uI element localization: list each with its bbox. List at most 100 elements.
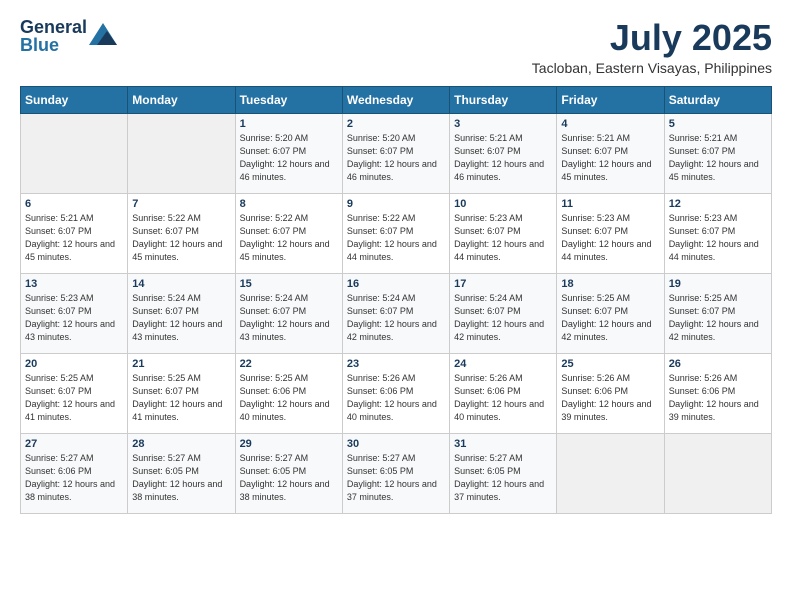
sunrise-text: Sunrise: 5:21 AM <box>561 132 659 145</box>
day-info: Sunrise: 5:26 AMSunset: 6:06 PMDaylight:… <box>454 372 552 424</box>
day-info: Sunrise: 5:22 AMSunset: 6:07 PMDaylight:… <box>132 212 230 264</box>
day-number: 14 <box>132 278 230 290</box>
daylight-text: Daylight: 12 hours and 41 minutes. <box>132 398 230 424</box>
sunrise-text: Sunrise: 5:23 AM <box>25 292 123 305</box>
daylight-text: Daylight: 12 hours and 45 minutes. <box>561 158 659 184</box>
calendar-cell: 9Sunrise: 5:22 AMSunset: 6:07 PMDaylight… <box>342 193 449 273</box>
weekday-header-friday: Friday <box>557 86 664 113</box>
calendar-cell: 21 Sunrise: 5:25 AMSunset: 6:07 PMDayligh… <box>128 353 235 433</box>
daylight-text: Daylight: 12 hours and 44 minutes. <box>454 238 552 264</box>
daylight-text: Daylight: 12 hours and 44 minutes. <box>347 238 445 264</box>
sunset-text: Sunset: 6:07 PM <box>25 385 123 398</box>
sunset-text: Sunset: 6:07 PM <box>347 305 445 318</box>
day-info: Sunrise: 5:22 AMSunset: 6:07 PMDaylight:… <box>240 212 338 264</box>
calendar-cell: 5Sunrise: 5:21 AMSunset: 6:07 PMDaylight… <box>664 113 771 193</box>
day-info: Sunrise: 5:27 AMSunset: 6:05 PMDaylight:… <box>347 452 445 504</box>
day-number: 22 <box>240 358 338 370</box>
day-info: Sunrise: 5:25 AMSunset: 6:07 PMDaylight:… <box>669 292 767 344</box>
location-text: Tacloban, Eastern Visayas, Philippines <box>532 60 772 76</box>
daylight-text: Daylight: 12 hours and 42 minutes. <box>669 318 767 344</box>
sunrise-text: Sunrise: 5:21 AM <box>669 132 767 145</box>
daylight-text: Daylight: 12 hours and 37 minutes. <box>347 478 445 504</box>
calendar-cell: 25Sunrise: 5:26 AMSunset: 6:06 PMDayligh… <box>557 353 664 433</box>
daylight-text: Daylight: 12 hours and 41 minutes. <box>25 398 123 424</box>
daylight-text: Daylight: 12 hours and 46 minutes. <box>454 158 552 184</box>
day-info: Sunrise: 5:23 AMSunset: 6:07 PMDaylight:… <box>25 292 123 344</box>
calendar-cell: 30Sunrise: 5:27 AMSunset: 6:05 PMDayligh… <box>342 433 449 513</box>
calendar-cell: 26 Sunrise: 5:26 AMSunset: 6:06 PMDayligh… <box>664 353 771 433</box>
calendar-cell: 28Sunrise: 5:27 AMSunset: 6:05 PMDayligh… <box>128 433 235 513</box>
day-info: Sunrise: 5:26 AMSunset: 6:06 PMDaylight:… <box>561 372 659 424</box>
day-number: 26 <box>669 358 767 370</box>
daylight-text: Daylight: 12 hours and 46 minutes. <box>240 158 338 184</box>
daylight-text: Daylight: 12 hours and 42 minutes. <box>561 318 659 344</box>
daylight-text: Daylight: 12 hours and 44 minutes. <box>561 238 659 264</box>
calendar-cell: 17 Sunrise: 5:24 AMSunset: 6:07 PMDayligh… <box>450 273 557 353</box>
sunset-text: Sunset: 6:05 PM <box>132 465 230 478</box>
logo-blue-text: Blue <box>20 36 87 54</box>
sunrise-text: Sunrise: 5:22 AM <box>132 212 230 225</box>
calendar-cell: 31Sunrise: 5:27 AMSunset: 6:05 PMDayligh… <box>450 433 557 513</box>
day-number: 2 <box>347 118 445 130</box>
weekday-header-row: SundayMondayTuesdayWednesdayThursdayFrid… <box>21 86 772 113</box>
day-number: 11 <box>561 198 659 210</box>
sunrise-text: Sunrise: 5:26 AM <box>347 372 445 385</box>
daylight-text: Daylight: 12 hours and 45 minutes. <box>240 238 338 264</box>
day-info: Sunrise: 5:25 AMSunset: 6:07 PMDaylight:… <box>561 292 659 344</box>
day-info: Sunrise: 5:26 AMSunset: 6:06 PMDaylight:… <box>347 372 445 424</box>
daylight-text: Daylight: 12 hours and 42 minutes. <box>454 318 552 344</box>
day-number: 15 <box>240 278 338 290</box>
day-number: 21 <box>132 358 230 370</box>
sunset-text: Sunset: 6:06 PM <box>669 385 767 398</box>
sunrise-text: Sunrise: 5:25 AM <box>132 372 230 385</box>
sunset-text: Sunset: 6:06 PM <box>454 385 552 398</box>
calendar-cell: 10Sunrise: 5:23 AMSunset: 6:07 PMDayligh… <box>450 193 557 273</box>
sunset-text: Sunset: 6:07 PM <box>132 225 230 238</box>
day-number: 7 <box>132 198 230 210</box>
sunset-text: Sunset: 6:07 PM <box>454 305 552 318</box>
day-info: Sunrise: 5:27 AMSunset: 6:06 PMDaylight:… <box>25 452 123 504</box>
logo-icon <box>89 23 117 45</box>
month-year-title: July 2025 <box>532 18 772 58</box>
calendar-cell: 13Sunrise: 5:23 AMSunset: 6:07 PMDayligh… <box>21 273 128 353</box>
sunset-text: Sunset: 6:07 PM <box>561 225 659 238</box>
calendar-cell: 7 Sunrise: 5:22 AMSunset: 6:07 PMDaylight… <box>128 193 235 273</box>
calendar-cell: 27 Sunrise: 5:27 AMSunset: 6:06 PMDayligh… <box>21 433 128 513</box>
calendar-week-row: 13Sunrise: 5:23 AMSunset: 6:07 PMDayligh… <box>21 273 772 353</box>
daylight-text: Daylight: 12 hours and 45 minutes. <box>669 158 767 184</box>
day-info: Sunrise: 5:26 AMSunset: 6:06 PMDaylight:… <box>669 372 767 424</box>
page-header: General Blue July 2025 Tacloban, Eastern… <box>20 18 772 76</box>
daylight-text: Daylight: 12 hours and 37 minutes. <box>454 478 552 504</box>
sunrise-text: Sunrise: 5:25 AM <box>669 292 767 305</box>
sunset-text: Sunset: 6:06 PM <box>25 465 123 478</box>
calendar-table: SundayMondayTuesdayWednesdayThursdayFrid… <box>20 86 772 514</box>
daylight-text: Daylight: 12 hours and 46 minutes. <box>347 158 445 184</box>
calendar-cell <box>128 113 235 193</box>
sunrise-text: Sunrise: 5:21 AM <box>454 132 552 145</box>
calendar-cell: 18Sunrise: 5:25 AMSunset: 6:07 PMDayligh… <box>557 273 664 353</box>
day-number: 16 <box>347 278 445 290</box>
sunrise-text: Sunrise: 5:24 AM <box>454 292 552 305</box>
day-number: 24 <box>454 358 552 370</box>
calendar-cell: 24 Sunrise: 5:26 AMSunset: 6:06 PMDayligh… <box>450 353 557 433</box>
day-info: Sunrise: 5:21 AMSunset: 6:07 PMDaylight:… <box>669 132 767 184</box>
sunset-text: Sunset: 6:07 PM <box>240 305 338 318</box>
calendar-cell: 23 Sunrise: 5:26 AMSunset: 6:06 PMDayligh… <box>342 353 449 433</box>
sunset-text: Sunset: 6:07 PM <box>561 145 659 158</box>
day-number: 17 <box>454 278 552 290</box>
day-number: 23 <box>347 358 445 370</box>
sunrise-text: Sunrise: 5:26 AM <box>669 372 767 385</box>
sunset-text: Sunset: 6:07 PM <box>240 225 338 238</box>
sunset-text: Sunset: 6:07 PM <box>25 305 123 318</box>
sunset-text: Sunset: 6:07 PM <box>132 385 230 398</box>
sunset-text: Sunset: 6:07 PM <box>240 145 338 158</box>
day-info: Sunrise: 5:27 AMSunset: 6:05 PMDaylight:… <box>454 452 552 504</box>
sunset-text: Sunset: 6:07 PM <box>347 225 445 238</box>
calendar-cell: 15 Sunrise: 5:24 AMSunset: 6:07 PMDayligh… <box>235 273 342 353</box>
sunrise-text: Sunrise: 5:26 AM <box>454 372 552 385</box>
calendar-cell: 11Sunrise: 5:23 AMSunset: 6:07 PMDayligh… <box>557 193 664 273</box>
calendar-cell: 14Sunrise: 5:24 AMSunset: 6:07 PMDayligh… <box>128 273 235 353</box>
sunrise-text: Sunrise: 5:20 AM <box>347 132 445 145</box>
day-number: 27 <box>25 438 123 450</box>
day-info: Sunrise: 5:24 AMSunset: 6:07 PMDaylight:… <box>240 292 338 344</box>
